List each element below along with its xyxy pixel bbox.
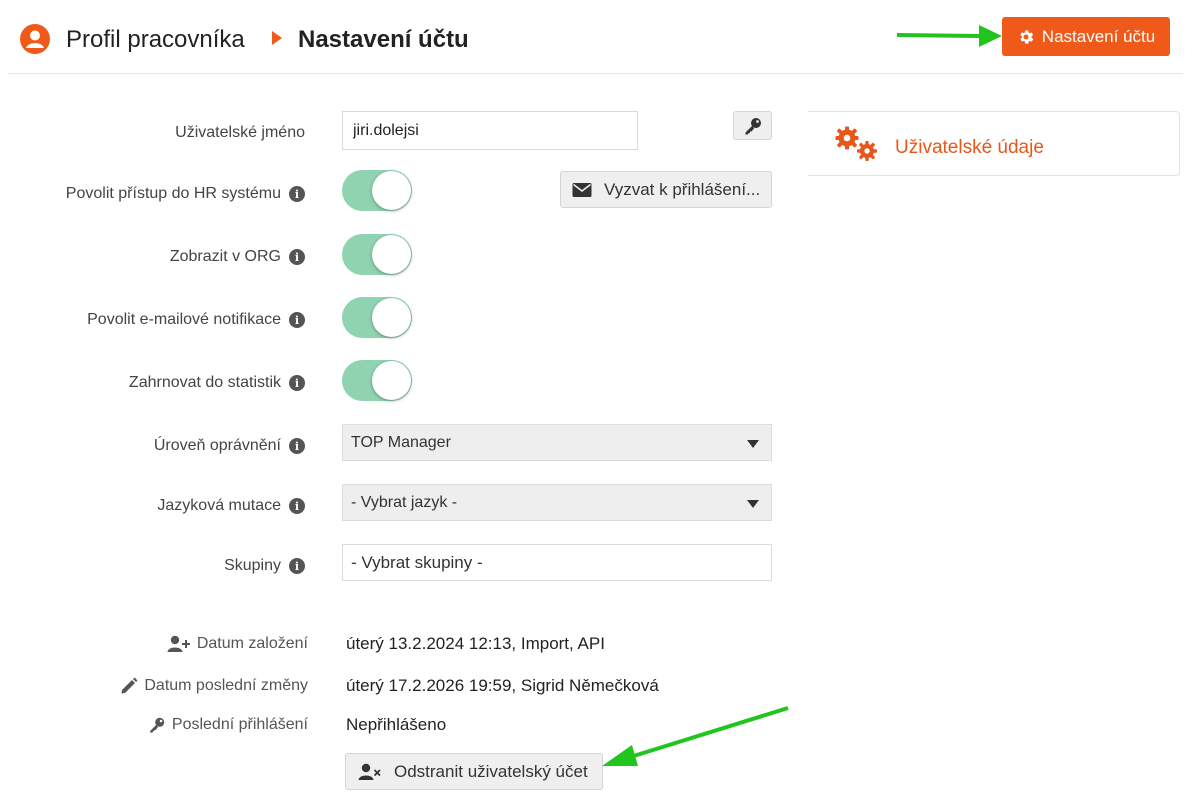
groups-label: Skupiny i — [224, 557, 305, 575]
gears-icon — [835, 126, 877, 161]
info-icon[interactable]: i — [289, 438, 305, 454]
last-login-value: Nepřihlášeno — [346, 715, 447, 734]
user-data-card[interactable]: Uživatelské údaje — [808, 111, 1180, 176]
chevron-down-icon — [747, 440, 759, 448]
username-label: Uživatelské jméno — [175, 124, 305, 141]
show-org-label: Zobrazit v ORG i — [170, 248, 305, 266]
page-title: Nastavení účtu — [298, 26, 469, 53]
permission-level-label: Úroveň oprávnění i — [154, 437, 305, 455]
key-icon — [745, 117, 761, 134]
toggle-knob — [372, 235, 411, 274]
modified-date-label: Datum poslední změny — [120, 677, 308, 695]
key-icon — [150, 717, 165, 733]
invite-to-login-button[interactable]: Vyzvat k přihlášení... — [560, 171, 772, 208]
last-login-label: Poslední přihlášení — [148, 716, 308, 734]
info-icon[interactable]: i — [289, 498, 305, 514]
include-statistics-label: Zahrnovat do statistik i — [129, 374, 305, 392]
change-password-button[interactable] — [733, 111, 772, 140]
account-settings-button[interactable]: Nastavení účtu — [1002, 17, 1170, 56]
remove-account-label: Odstranit uživatelský účet — [394, 761, 588, 781]
header-divider — [8, 73, 1183, 74]
created-date-label: Datum založení — [167, 635, 308, 653]
language-value: - Vybrat jazyk - — [351, 493, 458, 511]
envelope-icon — [572, 182, 592, 197]
remove-account-button[interactable]: Odstranit uživatelský účet — [345, 753, 603, 790]
user-times-icon — [358, 763, 381, 780]
info-icon[interactable]: i — [289, 312, 305, 328]
info-icon[interactable]: i — [289, 558, 305, 574]
user-circle-icon — [20, 24, 50, 54]
permission-level-select[interactable]: TOP Manager — [342, 424, 772, 461]
include-statistics-toggle[interactable] — [342, 360, 412, 401]
permission-level-value: TOP Manager — [351, 433, 451, 451]
toggle-knob — [372, 298, 411, 337]
breadcrumb-profile[interactable]: Profil pracovníka — [66, 26, 245, 54]
chevron-down-icon — [747, 500, 759, 508]
email-notifications-label: Povolit e-mailové notifikace i — [87, 311, 305, 329]
language-label: Jazyková mutace i — [157, 497, 305, 515]
account-settings-button-label: Nastavení účtu — [1041, 26, 1156, 46]
language-select[interactable]: - Vybrat jazyk - — [342, 484, 772, 521]
created-date-value: úterý 13.2.2024 12:13, Import, API — [346, 634, 605, 653]
username-input[interactable] — [342, 111, 638, 150]
caret-right-icon — [272, 31, 282, 45]
user-plus-icon — [167, 635, 190, 652]
toggle-knob — [372, 171, 411, 210]
email-notifications-toggle[interactable] — [342, 297, 412, 338]
modified-date-value: úterý 17.2.2026 19:59, Sigrid Němečková — [346, 676, 659, 695]
hr-access-label: Povolit přístup do HR systému i — [66, 185, 305, 203]
user-data-label: Uživatelské údaje — [895, 137, 1044, 158]
groups-multiselect[interactable]: - Vybrat skupiny - — [342, 544, 772, 581]
invite-to-login-label: Vyzvat k přihlášení... — [604, 179, 761, 199]
gear-icon — [1020, 29, 1034, 44]
info-icon[interactable]: i — [289, 375, 305, 391]
pencil-icon — [121, 677, 138, 694]
toggle-knob — [372, 361, 411, 400]
info-icon[interactable]: i — [289, 186, 305, 202]
show-org-toggle[interactable] — [342, 234, 412, 275]
hr-access-toggle[interactable] — [342, 170, 412, 211]
info-icon[interactable]: i — [289, 249, 305, 265]
page-header: Profil pracovníka Nastavení účtu Nastave… — [0, 0, 1193, 74]
annotation-arrow-bottom — [602, 706, 789, 766]
groups-placeholder: - Vybrat skupiny - — [351, 552, 483, 572]
